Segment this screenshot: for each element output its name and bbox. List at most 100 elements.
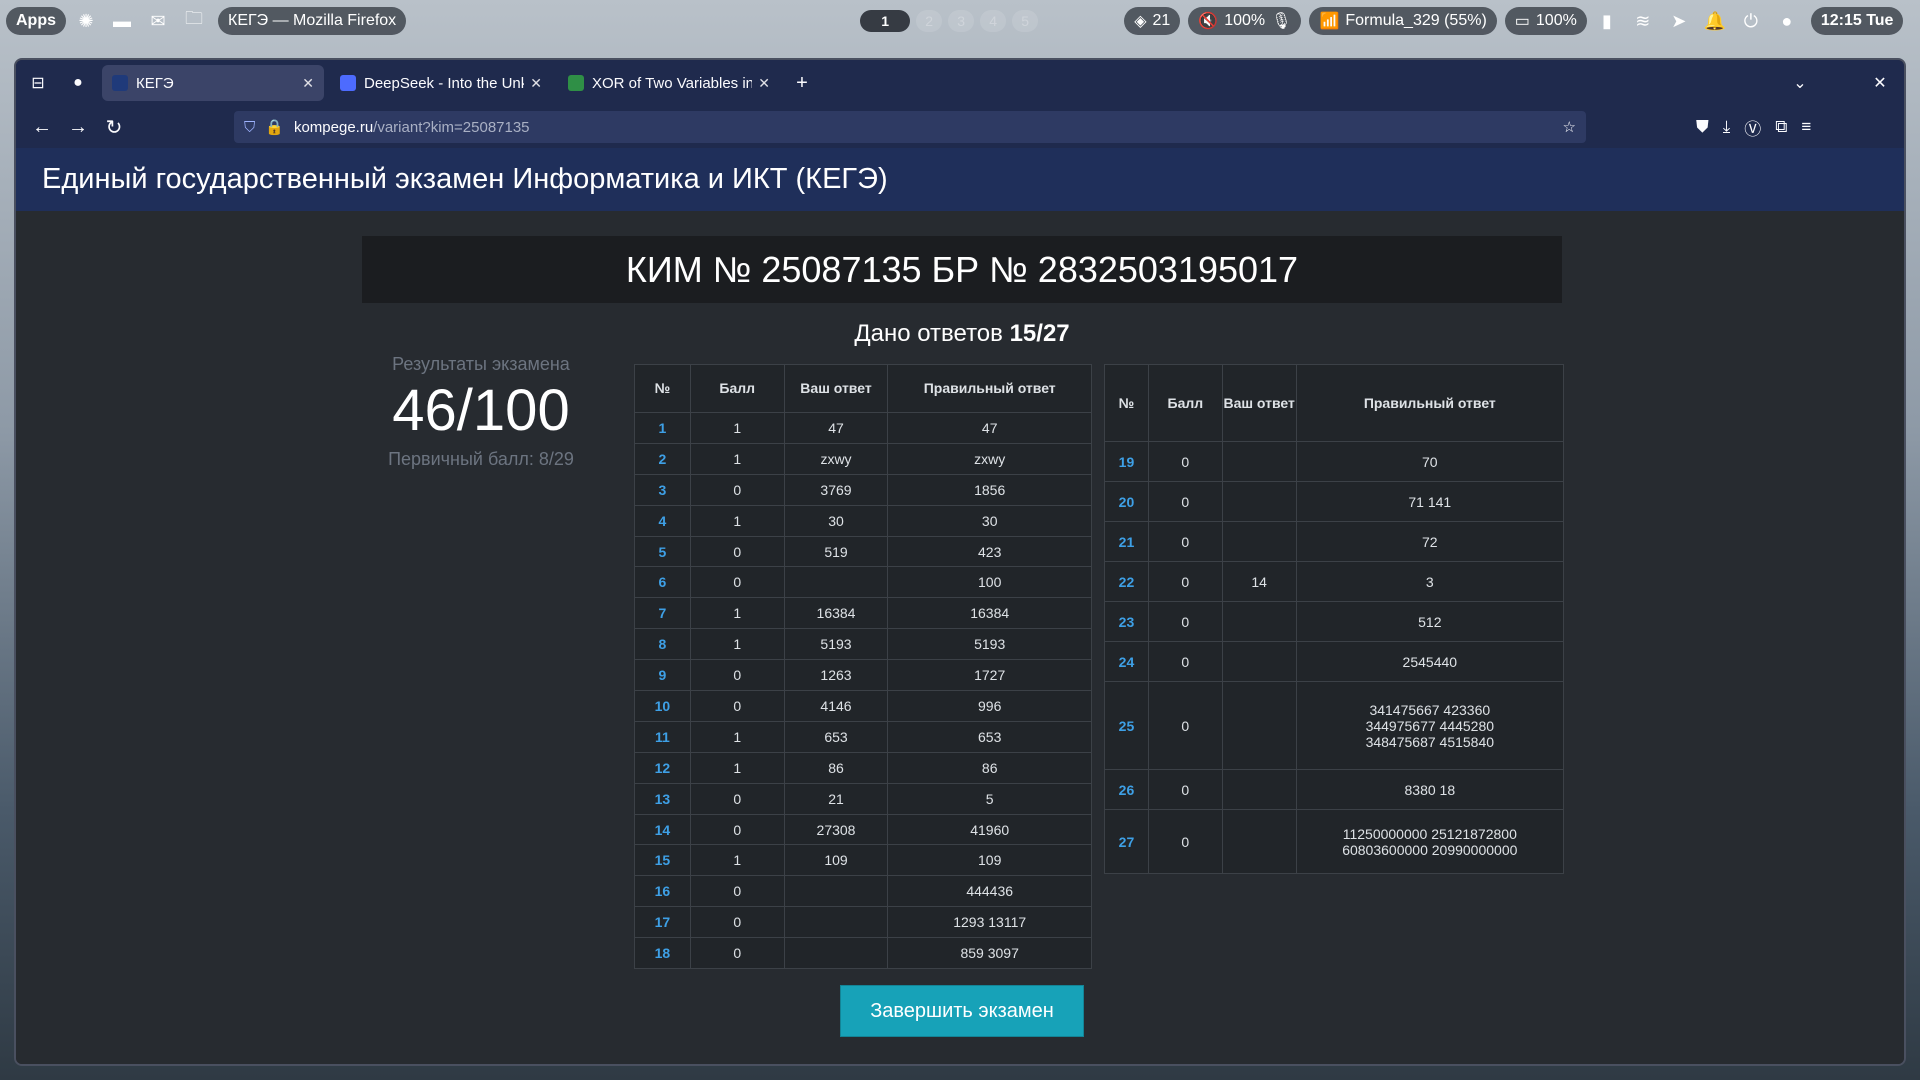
url-host: kompege.ru (293, 118, 374, 136)
stats-icon[interactable]: ▮ (1595, 9, 1619, 33)
table-row: 6 0 100 (634, 566, 1092, 599)
user-avatar-icon[interactable]: ● (1775, 9, 1799, 33)
task-number[interactable]: 18 (634, 937, 691, 970)
task-number[interactable]: 20 (1104, 481, 1149, 522)
extensions-icon[interactable]: ⧉ (1775, 117, 1787, 137)
bookmark-star-icon[interactable]: ☆ (1563, 118, 1576, 136)
correct-answer-line: 71 141 (1408, 493, 1452, 510)
reload-icon[interactable]: ↻ (98, 111, 130, 143)
correct-answer: 109 (887, 844, 1092, 877)
pinned-tab-icon[interactable]: ● (62, 67, 94, 99)
task-number[interactable]: 17 (634, 906, 691, 939)
close-tab-icon[interactable]: ✕ (758, 75, 770, 92)
your-answer (1221, 769, 1297, 810)
table-row: 16 0 444436 (634, 875, 1092, 908)
task-points: 0 (1147, 441, 1223, 482)
download-icon[interactable]: ⤓ (1723, 117, 1731, 137)
task-number[interactable]: 10 (634, 690, 691, 722)
task-number[interactable]: 3 (634, 473, 691, 506)
task-number[interactable]: 4 (634, 504, 691, 537)
tab-xor[interactable]: XOR of Two Variables in P ✕ (558, 65, 780, 101)
power-icon[interactable]: ⏻ (1739, 9, 1763, 33)
close-tab-icon[interactable]: ✕ (302, 75, 314, 92)
task-number[interactable]: 7 (634, 597, 691, 630)
correct-answer: 341475667 423360 344975677 4445280 3484756… (1295, 681, 1565, 770)
task-number[interactable]: 16 (634, 875, 691, 908)
correct-answer: 72 (1295, 521, 1565, 562)
openai-icon[interactable]: ✺ (74, 9, 98, 33)
table-row: 2 1 zxwy zxwy (634, 442, 1092, 475)
workspace-4[interactable]: 4 (980, 10, 1007, 32)
task-number[interactable]: 22 (1104, 561, 1149, 602)
header-correct-answer: Правильный ответ (887, 364, 1092, 413)
task-number[interactable]: 5 (634, 535, 691, 568)
task-number[interactable]: 19 (1104, 441, 1149, 482)
window-icon[interactable]: ▬ (110, 9, 134, 33)
tab-deepseek[interactable]: DeepSeek - Into the Unkn ✕ (330, 65, 552, 101)
task-number[interactable]: 9 (634, 659, 691, 692)
tab-kege[interactable]: КЕГЭ ✕ (102, 65, 324, 101)
your-answer: 47 (783, 412, 889, 444)
task-number[interactable]: 6 (634, 566, 691, 599)
battery-indicator[interactable]: ▭ 100% (1504, 7, 1587, 35)
task-number[interactable]: 25 (1104, 681, 1149, 770)
task-number[interactable]: 24 (1104, 641, 1149, 682)
list-tabs-icon[interactable]: ⌄ (1784, 67, 1816, 99)
task-number[interactable]: 23 (1104, 601, 1149, 642)
task-number[interactable]: 8 (634, 628, 691, 661)
updates-indicator[interactable]: ◈ 21 (1124, 7, 1181, 35)
mail-icon[interactable]: ✉ (146, 9, 170, 33)
task-points: 0 (689, 813, 785, 846)
your-answer (1221, 809, 1297, 874)
task-number[interactable]: 15 (634, 844, 691, 877)
workspace-5[interactable]: 5 (1012, 10, 1039, 32)
task-number[interactable]: 27 (1104, 809, 1149, 874)
correct-answer: 1856 (887, 473, 1092, 506)
vpn-extension-icon[interactable]: Ⓥ (1744, 115, 1761, 140)
correct-answer: 859 3097 (887, 937, 1092, 970)
correct-answer-line: 2545440 (1402, 653, 1458, 670)
task-number[interactable]: 11 (634, 720, 691, 753)
back-icon[interactable]: ← (26, 111, 58, 143)
site-title[interactable]: Единый государственный экзамен Информати… (42, 163, 888, 196)
task-points: 0 (1147, 521, 1223, 562)
close-tab-icon[interactable]: ✕ (530, 75, 542, 92)
folder-icon[interactable]: 🗀 (182, 8, 206, 33)
active-window-title: КЕГЭ — Mozilla Firefox (218, 7, 407, 35)
workspace-3[interactable]: 3 (948, 10, 975, 32)
apps-button[interactable]: Apps (6, 7, 66, 35)
new-tab-icon[interactable]: + (786, 67, 818, 99)
workspace-1[interactable]: 1 (860, 10, 911, 32)
wifi-indicator[interactable]: 📶 Formula_329 (55%) (1309, 7, 1497, 35)
bell-icon[interactable]: 🔔 (1703, 9, 1727, 33)
pocket-icon[interactable]: ⛊ (1696, 117, 1709, 137)
task-number[interactable]: 1 (634, 412, 691, 444)
menu-icon[interactable]: ≡ (1801, 117, 1811, 137)
tab-overview-icon[interactable]: ⊟ (22, 67, 54, 99)
table-row: 15 1 109 109 (634, 844, 1092, 877)
results-caption: Результаты экзамена (392, 354, 570, 374)
header-num: № (634, 364, 691, 413)
your-answer: 16384 (783, 597, 889, 630)
layers-icon[interactable]: ≋ (1631, 9, 1655, 33)
task-number[interactable]: 12 (634, 751, 691, 784)
finish-exam-button[interactable]: Завершить экзамен (840, 985, 1084, 1037)
wifi-icon: 📶 (1319, 13, 1340, 30)
correct-answer: 30 (887, 504, 1092, 537)
task-number[interactable]: 21 (1104, 521, 1149, 562)
task-points: 0 (1147, 681, 1223, 770)
task-number[interactable]: 2 (634, 442, 691, 475)
task-number[interactable]: 14 (634, 813, 691, 846)
workspace-2[interactable]: 2 (916, 10, 943, 32)
task-number[interactable]: 13 (634, 782, 691, 815)
your-answer (1221, 681, 1297, 770)
shield-icon[interactable]: ⛉ (244, 119, 255, 136)
telegram-icon[interactable]: ➤ (1667, 9, 1691, 33)
clock[interactable]: 12:15 Tue (1810, 7, 1904, 35)
lock-icon[interactable]: 🔒 (265, 118, 284, 136)
task-number[interactable]: 26 (1104, 769, 1149, 810)
volume-indicator[interactable]: 🔇 100% 🎙 (1188, 7, 1302, 35)
close-window-icon[interactable]: ✕ (1864, 67, 1896, 99)
url-bar[interactable]: ⛉ 🔒 kompege.ru/variant?kim=25087135 ☆ (234, 111, 1586, 143)
forward-icon[interactable]: → (62, 111, 94, 143)
